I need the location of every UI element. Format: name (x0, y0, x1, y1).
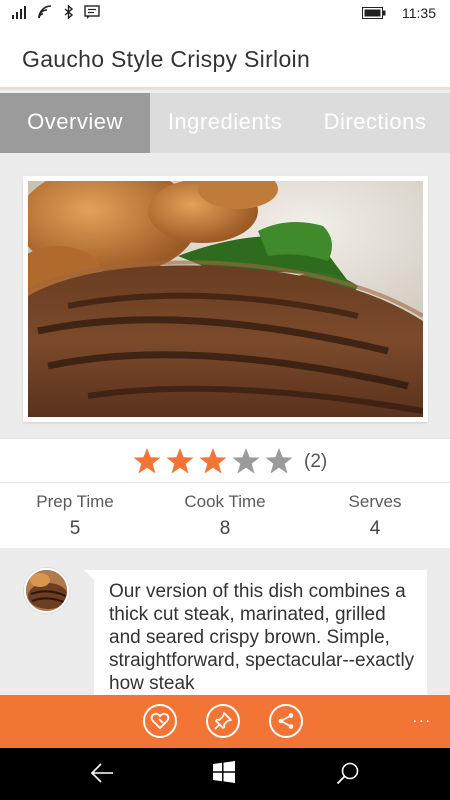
tab-bar: Overview Ingredients Directions (0, 93, 450, 153)
title-bar: Gaucho Style Crispy Sirloin (0, 28, 450, 90)
favorite-button[interactable] (143, 704, 177, 738)
pin-button[interactable] (206, 704, 240, 738)
recipe-photo-frame (23, 176, 428, 422)
pin-icon (214, 712, 232, 730)
signal-icon (12, 6, 26, 19)
clock: 11:35 (402, 5, 436, 21)
recipe-photo (28, 181, 423, 417)
tab-overview[interactable]: Overview (0, 93, 150, 153)
overview-content[interactable]: (2) Prep Time 5 Cook Time 8 Serves 4 Our (0, 153, 450, 695)
status-bar: 11:35 (0, 0, 450, 28)
navigation-bar (0, 748, 450, 800)
app-bar: ... (0, 695, 450, 748)
stats-row: Prep Time 5 Cook Time 8 Serves 4 (0, 482, 450, 548)
wifi-icon (38, 5, 52, 19)
star-rating[interactable] (132, 447, 294, 475)
stat-serves: Serves 4 (300, 483, 450, 548)
more-options-button[interactable]: ... (413, 709, 432, 727)
stat-value: 8 (219, 518, 231, 539)
share-button[interactable] (269, 704, 303, 738)
stat-cook-time: Cook Time 8 (150, 483, 300, 548)
description-section: Our version of this dish combines a thic… (0, 548, 450, 695)
stat-label: Serves (348, 492, 402, 511)
back-icon[interactable] (90, 762, 114, 784)
rating-row[interactable]: (2) (0, 438, 450, 482)
bluetooth-icon (64, 5, 74, 19)
message-icon (84, 5, 100, 19)
star-filled-icon[interactable] (165, 447, 195, 475)
tab-directions[interactable]: Directions (300, 93, 450, 153)
description-bubble: Our version of this dish combines a thic… (84, 570, 427, 695)
favorite-icon (150, 712, 170, 730)
windows-icon[interactable] (213, 761, 235, 783)
star-filled-icon[interactable] (198, 447, 228, 475)
stat-value: 5 (69, 518, 81, 539)
rating-count: (2) (304, 451, 328, 472)
star-filled-icon[interactable] (132, 447, 162, 475)
stat-prep-time: Prep Time 5 (0, 483, 150, 548)
page-title: Gaucho Style Crispy Sirloin (22, 46, 311, 72)
share-icon (278, 713, 294, 729)
description-text: Our version of this dish combines a thic… (109, 581, 415, 694)
star-empty-icon[interactable] (231, 447, 261, 475)
search-icon[interactable] (336, 762, 360, 786)
recipe-thumbnail (24, 568, 69, 613)
stat-label: Cook Time (184, 492, 266, 511)
stat-label: Prep Time (36, 492, 114, 511)
stat-value: 4 (369, 518, 381, 539)
tab-ingredients[interactable]: Ingredients (150, 93, 300, 153)
battery-icon (362, 7, 386, 19)
star-empty-icon[interactable] (264, 447, 294, 475)
